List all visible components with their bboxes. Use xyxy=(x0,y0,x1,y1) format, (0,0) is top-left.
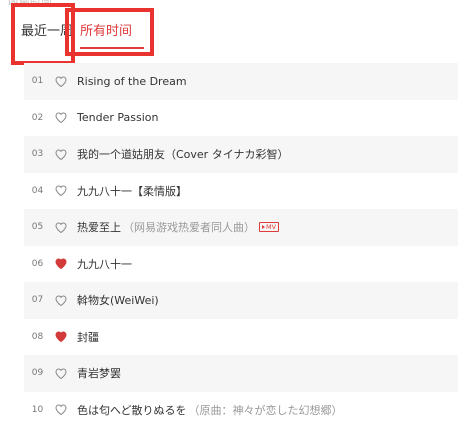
heart-filled-icon[interactable] xyxy=(54,257,68,271)
track-alias: （原曲：神々が恋した幻想郷） xyxy=(188,403,343,417)
track-row[interactable]: 02 Tender Passion xyxy=(24,100,458,137)
heart-outline-icon[interactable] xyxy=(54,403,68,417)
track-row[interactable]: 08 封疆 xyxy=(24,319,458,356)
track-index: 03 xyxy=(31,149,44,160)
heart-outline-icon[interactable] xyxy=(54,147,68,161)
track-name: 九九八十一 xyxy=(77,257,132,271)
heart-outline-icon[interactable] xyxy=(54,220,68,234)
track-row[interactable]: 06 九九八十一 xyxy=(24,246,458,283)
track-row[interactable]: 03 我的一个道姑朋友（Cover タイナカ彩智） xyxy=(24,136,458,173)
recent-plays-panel: 收藏时间 最近一周 所有时间 01 Rising of the Dream 02 Te… xyxy=(0,0,458,438)
track-name: 色は匂へど散りぬるを xyxy=(77,403,187,417)
track-title[interactable]: 色は匂へど散りぬるを （原曲：神々が恋した幻想郷） xyxy=(77,402,342,418)
heart-outline-icon[interactable] xyxy=(54,111,68,125)
play-icon xyxy=(262,225,265,230)
heart-outline-icon[interactable] xyxy=(54,184,68,198)
track-index: 06 xyxy=(31,258,44,269)
heart-outline-icon[interactable] xyxy=(54,74,68,88)
track-name: 斡物女(WeiWei) xyxy=(77,294,159,308)
heart-outline-icon[interactable] xyxy=(54,293,68,307)
track-name: 青岩梦罢 xyxy=(77,367,121,381)
track-name: 封疆 xyxy=(77,330,99,344)
mv-badge[interactable]: MV xyxy=(259,222,280,233)
track-index: 10 xyxy=(31,404,44,415)
track-index: 01 xyxy=(31,76,44,87)
track-list: 01 Rising of the Dream 02 Tender Passion 03 我… xyxy=(24,63,458,428)
track-name: 我的一个道姑朋友（Cover タイナカ彩智） xyxy=(77,148,289,162)
track-title[interactable]: Rising of the Dream xyxy=(77,75,187,88)
track-row[interactable]: 01 Rising of the Dream xyxy=(24,63,458,100)
track-index: 09 xyxy=(31,368,44,379)
track-title[interactable]: 我的一个道姑朋友（Cover タイナカ彩智） xyxy=(77,146,289,162)
track-index: 07 xyxy=(31,295,44,306)
track-index: 04 xyxy=(31,185,44,196)
track-row[interactable]: 07 斡物女(WeiWei) xyxy=(24,282,458,319)
track-index: 05 xyxy=(31,222,44,233)
track-title[interactable]: Tender Passion xyxy=(77,111,158,124)
track-row[interactable]: 04 九九八十一【柔情版】 xyxy=(24,173,458,210)
annotation-box-all-time xyxy=(65,8,154,56)
track-index: 02 xyxy=(31,112,44,123)
track-name: Tender Passion xyxy=(77,111,159,125)
heart-filled-icon[interactable] xyxy=(54,330,68,344)
track-row[interactable]: 09 青岩梦罢 xyxy=(24,355,458,392)
heart-outline-icon[interactable] xyxy=(54,366,68,380)
track-title[interactable]: 九九八十一【柔情版】 xyxy=(77,183,187,199)
track-alias: （网易游戏热爱者同人曲） xyxy=(123,221,255,235)
track-name: 热爱至上 xyxy=(77,221,121,235)
track-title[interactable]: 斡物女(WeiWei) xyxy=(77,292,159,308)
mv-label: MV xyxy=(266,223,277,232)
track-title[interactable]: 青岩梦罢 xyxy=(77,365,121,381)
track-name: 九九八十一【柔情版】 xyxy=(77,184,187,198)
track-name: Rising of the Dream xyxy=(77,74,187,88)
track-title[interactable]: 九九八十一 xyxy=(77,256,132,272)
track-title[interactable]: 热爱至上 （网易游戏热爱者同人曲） xyxy=(77,219,255,235)
track-title[interactable]: 封疆 xyxy=(77,329,99,345)
track-index: 08 xyxy=(31,331,44,342)
track-row[interactable]: 10 色は匂へど散りぬるを （原曲：神々が恋した幻想郷） xyxy=(24,392,458,429)
track-row[interactable]: 05 热爱至上 （网易游戏热爱者同人曲） MV xyxy=(24,209,458,246)
